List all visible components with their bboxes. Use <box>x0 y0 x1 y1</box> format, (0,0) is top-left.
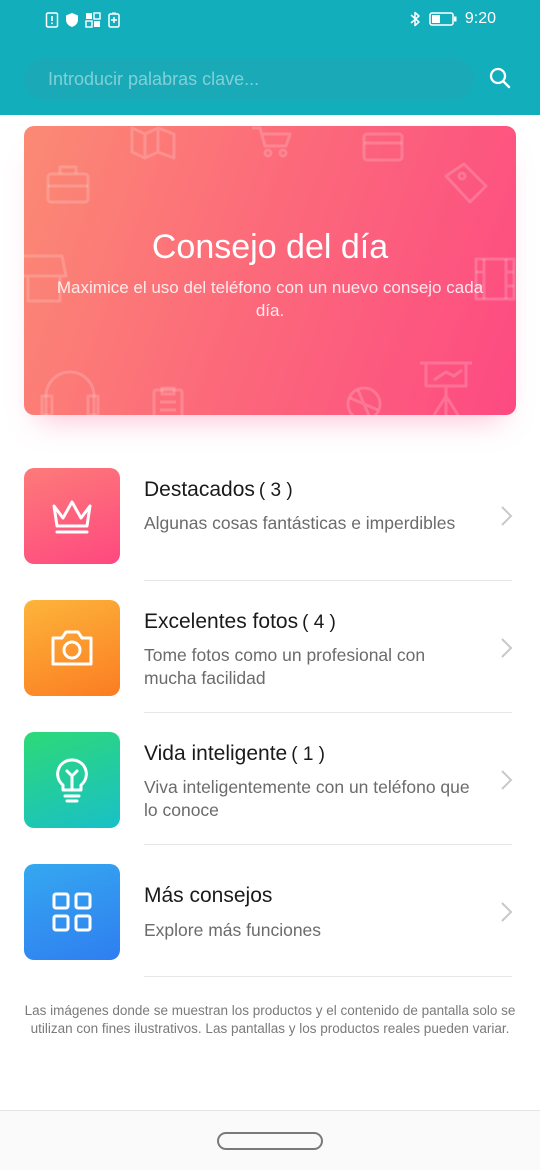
chevron-right-icon <box>501 638 513 658</box>
item-desc-vida-inteligente: Viva inteligentemente con un teléfono qu… <box>144 777 470 820</box>
status-bar: 9:20 <box>0 0 540 42</box>
item-title-vida-inteligente: Vida inteligente( 1 ) <box>144 742 325 766</box>
cart-icon <box>252 126 292 158</box>
item-title-text: Destacados <box>144 478 255 501</box>
item-title-destacados: Destacados( 3 ) <box>144 478 293 502</box>
item-desc-destacados: Algunas cosas fantásticas e imperdibles <box>144 513 456 533</box>
tile-vida-inteligente <box>24 732 120 828</box>
card-icon <box>362 132 404 162</box>
chevron-right-icon <box>501 770 513 790</box>
item-title-text: Más consejos <box>144 884 273 907</box>
navigation-bar <box>0 1110 540 1170</box>
briefcase-icon <box>46 165 90 204</box>
bluetooth-icon <box>410 11 420 27</box>
map-icon <box>130 126 176 160</box>
crown-icon <box>52 500 92 534</box>
search-bar[interactable] <box>24 58 474 100</box>
home-gesture-bar[interactable] <box>217 1132 323 1150</box>
item-count: ( 3 ) <box>258 480 293 501</box>
banner-subtitle: Maximice el uso del teléfono con un nuev… <box>56 278 484 320</box>
list-item-destacados[interactable]: Destacados( 3 ) Algunas cosas fantástica… <box>0 448 540 581</box>
item-title-text: Excelentes fotos <box>144 610 299 633</box>
tile-destacados <box>24 468 120 564</box>
item-title-text: Vida inteligente <box>144 742 288 765</box>
battery-icon <box>429 12 457 26</box>
tile-mas-consejos <box>24 864 120 960</box>
disclaimer-text: Las imágenes donde se muestran los produ… <box>24 1003 516 1036</box>
search-icon <box>489 67 511 89</box>
banner-title: Consejo del día <box>151 228 389 266</box>
headphones-icon <box>40 370 100 415</box>
app-header: 9:20 <box>0 0 540 115</box>
list-item-excelentes-fotos[interactable]: Excelentes fotos( 4 ) Tome fotos como un… <box>0 580 540 713</box>
app-grid-icon <box>85 12 101 28</box>
tag-icon <box>444 162 488 204</box>
status-time: 9:20 <box>464 10 496 27</box>
list-item-vida-inteligente[interactable]: Vida inteligente( 1 ) Viva inteligenteme… <box>0 712 540 845</box>
item-count: ( 1 ) <box>291 744 326 765</box>
battery-saver-icon <box>108 12 120 28</box>
item-desc-excelentes-fotos: Tome fotos como un profesional con mucha… <box>144 645 426 688</box>
item-title-mas-consejos: Más consejos <box>144 884 276 908</box>
item-title-excelentes-fotos: Excelentes fotos( 4 ) <box>144 610 336 634</box>
shield-icon <box>66 13 78 27</box>
clipboard-icon <box>152 386 184 415</box>
lightbulb-icon <box>56 758 88 803</box>
search-button[interactable] <box>484 62 516 94</box>
tip-of-the-day-banner[interactable]: Consejo del día Maximice el uso del telé… <box>24 126 516 415</box>
chevron-right-icon <box>501 506 513 526</box>
status-right-icons: 9:20 <box>409 10 496 28</box>
divider <box>144 976 512 977</box>
search-input[interactable] <box>48 58 468 100</box>
grid-icon <box>52 892 92 932</box>
item-desc-mas-consejos: Explore más funciones <box>144 920 322 940</box>
ball-icon <box>346 386 382 415</box>
banner-decoration-icons <box>24 126 516 415</box>
tile-excelentes-fotos <box>24 600 120 696</box>
presentation-icon <box>420 361 472 415</box>
item-count: ( 4 ) <box>302 612 336 633</box>
status-left-icons <box>45 12 121 28</box>
list-item-mas-consejos[interactable]: Más consejos Explore más funciones <box>0 844 540 977</box>
sim-alert-icon <box>45 12 59 28</box>
chevron-right-icon <box>501 902 513 922</box>
camera-icon <box>51 630 93 666</box>
